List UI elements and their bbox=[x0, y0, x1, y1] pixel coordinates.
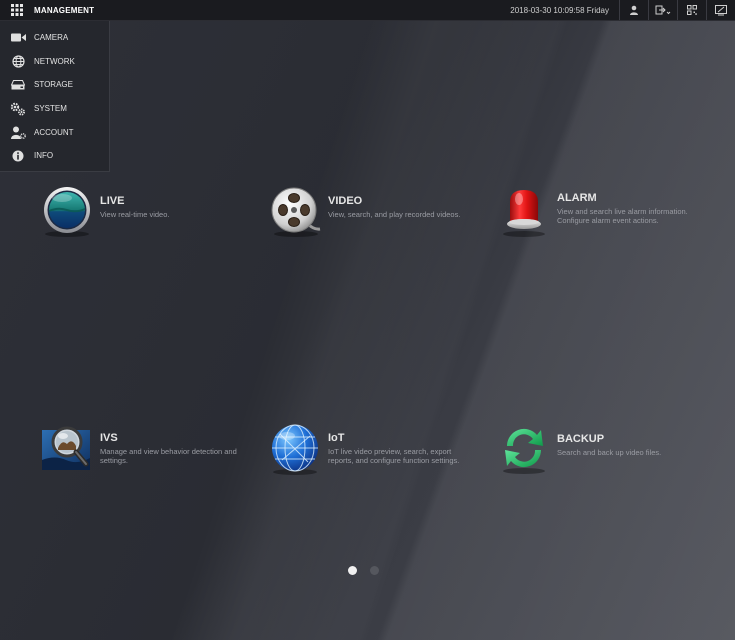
logout-button[interactable] bbox=[648, 0, 677, 20]
ivs-magnifier-icon bbox=[42, 426, 90, 470]
tile-description: IoT live video preview, search, export r… bbox=[328, 447, 460, 465]
film-reel-icon bbox=[271, 187, 321, 237]
tile-title: BACKUP bbox=[557, 433, 605, 445]
camera-icon bbox=[10, 33, 26, 42]
menu-item-storage[interactable]: STORAGE bbox=[0, 73, 109, 97]
page-title: MANAGEMENT bbox=[34, 5, 95, 15]
network-icon bbox=[11, 55, 25, 68]
menu-item-camera[interactable]: CAMERA bbox=[0, 26, 109, 50]
tile-backup[interactable]: BACKUP Search and back up video files. bbox=[497, 420, 707, 476]
user-button[interactable] bbox=[619, 0, 648, 20]
management-menu: CAMERA NETWORK STORAGE SYSTEM ACCOUNT IN… bbox=[0, 21, 110, 172]
page-dot-1[interactable] bbox=[348, 566, 357, 575]
pagination bbox=[348, 566, 379, 575]
tile-description: View and search live alarm information. … bbox=[557, 207, 688, 225]
qr-code-button[interactable] bbox=[677, 0, 706, 20]
menu-item-network[interactable]: NETWORK bbox=[0, 50, 109, 74]
datetime-display: 2018-03-30 10:09:58 Friday bbox=[510, 5, 609, 15]
tile-live[interactable]: LIVE View real-time video. bbox=[40, 184, 250, 240]
tile-iot[interactable]: IoT IoT live video preview, search, expo… bbox=[268, 420, 478, 476]
account-icon bbox=[10, 126, 26, 139]
tile-title: IoT bbox=[328, 432, 345, 444]
logout-icon bbox=[655, 5, 671, 15]
system-icon bbox=[10, 102, 25, 116]
info-icon bbox=[12, 150, 24, 162]
page-dot-2[interactable] bbox=[370, 566, 379, 575]
menu-item-account[interactable]: ACCOUNT bbox=[0, 120, 109, 144]
qr-code-icon bbox=[687, 5, 697, 15]
background-streak bbox=[0, 0, 735, 640]
menu-item-system[interactable]: SYSTEM bbox=[0, 97, 109, 121]
tile-title: IVS bbox=[100, 432, 118, 444]
tile-title: ALARM bbox=[557, 192, 597, 204]
top-bar: MANAGEMENT 2018-03-30 10:09:58 Friday bbox=[0, 0, 735, 21]
tile-description: View real-time video. bbox=[100, 210, 170, 219]
tile-ivs[interactable]: IVS Manage and view behavior detection a… bbox=[40, 420, 250, 476]
refresh-arrows-icon bbox=[503, 428, 545, 474]
tile-description: View, search, and play recorded videos. bbox=[328, 210, 461, 219]
live-icon bbox=[44, 187, 90, 237]
user-icon bbox=[630, 5, 638, 15]
tile-description: Manage and view behavior detection and s… bbox=[100, 447, 237, 465]
menu-item-info[interactable]: INFO bbox=[0, 144, 109, 168]
display-settings-button[interactable] bbox=[706, 0, 735, 20]
globe-icon bbox=[272, 424, 318, 475]
grid-icon bbox=[11, 4, 23, 16]
tile-video[interactable]: VIDEO View, search, and play recorded vi… bbox=[268, 184, 478, 240]
main-menu-button[interactable] bbox=[0, 0, 34, 20]
alarm-siren-icon bbox=[503, 190, 545, 237]
tile-description: Search and back up video files. bbox=[557, 448, 662, 457]
tile-alarm[interactable]: ALARM View and search live alarm informa… bbox=[497, 184, 707, 240]
storage-icon bbox=[11, 79, 25, 90]
monitor-icon bbox=[715, 4, 727, 15]
background-streak bbox=[0, 0, 735, 640]
tile-title: LIVE bbox=[100, 195, 125, 207]
tile-title: VIDEO bbox=[328, 195, 363, 207]
